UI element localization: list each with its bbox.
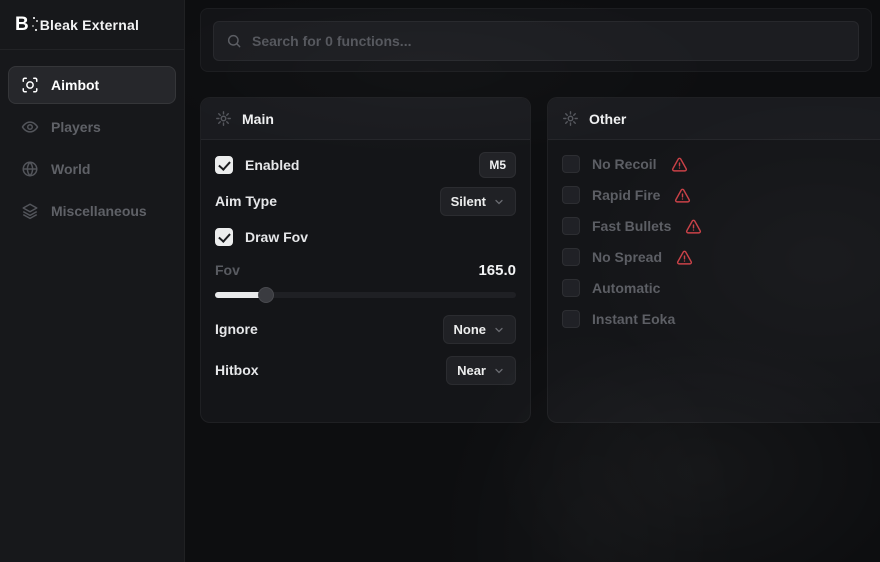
warning-icon [676,249,693,266]
automatic-checkbox[interactable] [562,279,580,297]
fov-slider[interactable] [215,287,516,303]
sidebar-header: B Bleak External [0,0,184,50]
panel-other-body: No Recoil Rapid Fire [548,140,880,350]
rapid-fire-checkbox[interactable] [562,186,580,204]
panel-main: Main Enabled M5 Aim Type Silent [200,97,531,423]
sidebar-item-players[interactable]: Players [8,108,176,146]
sidebar-item-label: Miscellaneous [51,203,147,219]
fov-slider-fill [215,292,266,298]
panel-main-body: Enabled M5 Aim Type Silent [201,140,530,405]
warning-icon [685,218,702,235]
no-recoil-label: No Recoil [592,156,657,172]
fov-label: Fov [215,262,240,278]
keybind-button[interactable]: M5 [479,152,516,178]
hitbox-row: Hitbox Near [215,357,516,383]
eye-icon [21,118,39,136]
ignore-row: Ignore None [215,316,516,342]
other-item-fast-bullets: Fast Bullets [562,214,875,238]
sidebar: B Bleak External Aimbot Players [0,0,185,562]
enabled-checkbox[interactable] [215,156,233,174]
aim-type-dropdown[interactable]: Silent [440,187,516,216]
instant-eoka-label: Instant Eoka [592,311,675,327]
no-spread-label: No Spread [592,249,662,265]
aim-type-label: Aim Type [215,193,277,209]
sidebar-item-world[interactable]: World [8,150,176,188]
instant-eoka-checkbox[interactable] [562,310,580,328]
sidebar-item-label: Players [51,119,101,135]
hitbox-value: Near [457,363,486,378]
gear-icon [215,110,232,127]
app-title: Bleak External [40,17,139,33]
draw-fov-checkbox[interactable] [215,228,233,246]
warning-icon [671,156,688,173]
fov-row: Fov 165.0 [215,260,516,280]
app-logo-icon: B [15,15,29,34]
chevron-down-icon [493,323,505,335]
sidebar-item-label: World [51,161,90,177]
fov-value: 165.0 [478,262,516,279]
fast-bullets-label: Fast Bullets [592,218,671,234]
chevron-down-icon [493,364,505,376]
other-item-no-recoil: No Recoil [562,152,875,176]
fast-bullets-checkbox[interactable] [562,217,580,235]
rapid-fire-label: Rapid Fire [592,187,660,203]
other-item-rapid-fire: Rapid Fire [562,183,875,207]
other-item-no-spread: No Spread [562,245,875,269]
panel-title: Main [242,111,274,127]
panel-main-header: Main [201,98,530,140]
other-item-automatic: Automatic [562,276,875,300]
sidebar-item-miscellaneous[interactable]: Miscellaneous [8,192,176,230]
sidebar-item-aimbot[interactable]: Aimbot [8,66,176,104]
enabled-label: Enabled [245,157,299,173]
enabled-row: Enabled M5 [215,152,516,178]
aim-type-row: Aim Type Silent [215,188,516,214]
search-icon [226,33,242,49]
panel-other-header: Other [548,98,880,140]
panel-title: Other [589,111,626,127]
sidebar-nav: Aimbot Players World Mi [0,50,184,246]
automatic-label: Automatic [592,280,660,296]
layers-icon [21,202,39,220]
globe-icon [21,160,39,178]
other-item-instant-eoka: Instant Eoka [562,307,875,331]
sidebar-item-label: Aimbot [51,77,99,93]
panels-row: Main Enabled M5 Aim Type Silent [200,97,872,423]
fov-slider-thumb[interactable] [258,287,274,303]
main-content: Search for 0 functions... Main Enabl [185,0,880,562]
gear-icon [562,110,579,127]
search-section: Search for 0 functions... [200,8,872,72]
draw-fov-row: Draw Fov [215,224,516,250]
no-recoil-checkbox[interactable] [562,155,580,173]
search-input[interactable]: Search for 0 functions... [213,21,859,61]
ignore-value: None [454,322,487,337]
hitbox-label: Hitbox [215,362,259,378]
fov-slider-track [215,292,516,298]
search-placeholder: Search for 0 functions... [252,33,411,49]
crosshair-focus-icon [21,76,39,94]
ignore-dropdown[interactable]: None [443,315,517,344]
aim-type-value: Silent [451,194,486,209]
draw-fov-label: Draw Fov [245,229,308,245]
ignore-label: Ignore [215,321,258,337]
panel-other: Other No Recoil Rapid Fire [547,97,880,423]
warning-icon [674,187,691,204]
chevron-down-icon [493,195,505,207]
no-spread-checkbox[interactable] [562,248,580,266]
hitbox-dropdown[interactable]: Near [446,356,516,385]
